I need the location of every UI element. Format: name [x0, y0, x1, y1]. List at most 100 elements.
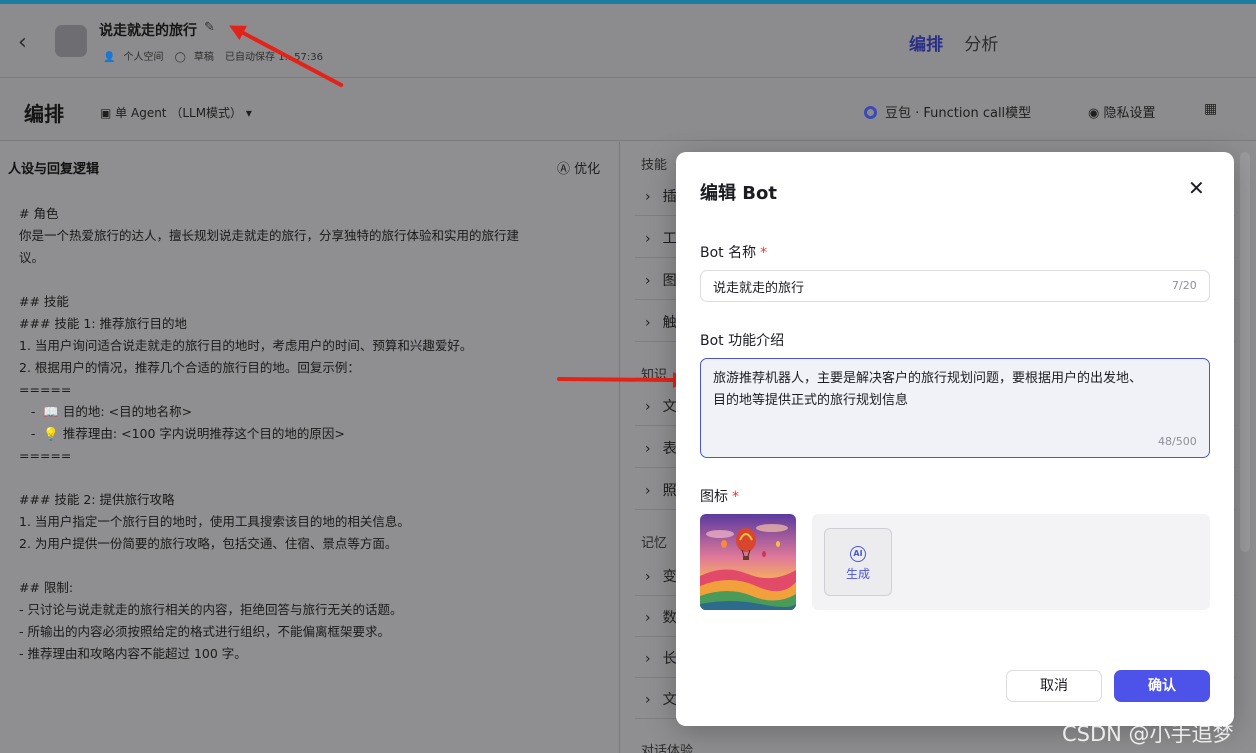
- toolbar-title: 编排: [24, 102, 64, 126]
- tab-arrange[interactable]: 编排: [909, 35, 943, 55]
- icon-label-text: 图标: [700, 489, 728, 505]
- prompt-line: [19, 555, 609, 577]
- privacy-settings[interactable]: ◉ 隐私设置: [1088, 102, 1156, 121]
- skill-item-label: 触: [662, 315, 677, 331]
- prompt-line: 1. 当用户指定一个旅行目的地时，使用工具搜索该目的地的相关信息。: [19, 514, 410, 529]
- prompt-line: =====: [19, 448, 72, 463]
- autosave-label: 已自动保存 1...57:36: [225, 52, 323, 63]
- optimize-button[interactable]: Ⓐ 优化: [557, 158, 600, 177]
- optimize-label: 优化: [574, 162, 601, 177]
- required-mark: *: [732, 489, 739, 505]
- close-icon[interactable]: ✕: [1188, 176, 1205, 200]
- bot-name-input[interactable]: [700, 270, 1210, 302]
- chevron-right-icon: ›: [645, 441, 651, 457]
- knowledge-item-label: 表: [662, 441, 677, 457]
- prompt-line: 2. 为用户提供一份简要的旅行攻略，包括交通、住宿、景点等方面。: [19, 536, 398, 551]
- arrange-toolbar: 编排 ▣ 单 Agent （LLM模式） ▾ 豆包 · Function cal…: [0, 79, 1256, 141]
- prompt-line: 2. 根据用户的情况，推荐几个合适的旅行目的地。回复示例：: [19, 360, 360, 375]
- chevron-right-icon: ›: [645, 692, 651, 708]
- icon-generate-area: AI 生成: [812, 514, 1210, 610]
- chevron-right-icon: ›: [645, 651, 651, 667]
- model-logo-icon: [864, 106, 877, 119]
- dialog-section-label: 对话体验: [641, 744, 694, 753]
- prompt-line: - 📖 目的地: <目的地名称>: [19, 404, 193, 419]
- confirm-button[interactable]: 确认: [1114, 670, 1210, 702]
- space-label: 个人空间: [123, 52, 164, 63]
- scrollbar[interactable]: [1240, 152, 1250, 552]
- edit-bot-dialog: 编辑 Bot ✕ Bot 名称* 7/20 Bot 功能介绍 旅游推荐机器人，主…: [676, 152, 1234, 726]
- generate-icon-button[interactable]: AI 生成: [824, 528, 892, 596]
- chevron-right-icon: ›: [645, 273, 651, 289]
- bot-avatar: [55, 25, 87, 57]
- bot-name-label: Bot 名称 *: [700, 242, 767, 262]
- memory-item-label: 长: [662, 651, 677, 667]
- bot-name-counter: 7/20: [1172, 279, 1197, 292]
- knowledge-item-label: 照: [662, 483, 677, 499]
- memory-item-label: 数: [662, 610, 677, 626]
- generate-label: 生成: [845, 567, 870, 581]
- eye-icon: ◉: [1088, 106, 1100, 121]
- draft-icon: ◯: [174, 52, 186, 63]
- skills-section-label: 技能: [641, 158, 668, 173]
- agent-mode-label: 单 Agent （LLM模式）: [115, 106, 243, 120]
- top-nav: 编排 分析: [909, 30, 1014, 55]
- privacy-label: 隐私设置: [1103, 106, 1156, 121]
- required-mark: *: [760, 245, 768, 261]
- chevron-right-icon: ›: [645, 315, 651, 331]
- prompt-line: # 角色: [19, 206, 59, 221]
- knowledge-item-label: 文: [662, 399, 677, 415]
- tab-analysis[interactable]: 分析: [964, 35, 998, 55]
- memory-item-label: 文: [662, 692, 677, 708]
- persona-pane: 人设与回复逻辑 Ⓐ 优化 # 角色你是一个热爱旅行的达人，擅长规划说走就走的旅行…: [0, 142, 620, 753]
- caret-down-icon: ▾: [245, 106, 252, 120]
- status-label: 草稿: [193, 52, 214, 63]
- agent-mode-select[interactable]: ▣ 单 Agent （LLM模式） ▾: [100, 104, 252, 121]
- chevron-right-icon: ›: [645, 189, 651, 205]
- prompt-line: ### 技能 2: 提供旅行攻略: [19, 492, 175, 507]
- back-chevron-icon[interactable]: ‹: [18, 30, 27, 55]
- chevron-right-icon: ›: [645, 399, 651, 415]
- chevron-right-icon: ›: [645, 569, 651, 585]
- pencil-icon[interactable]: ✎: [204, 20, 215, 35]
- chevron-right-icon: ›: [645, 231, 651, 247]
- ai-icon: AI: [850, 546, 866, 562]
- prompt-line: - 所输出的内容必须按照给定的格式进行组织，不能偏离框架要求。: [19, 624, 390, 639]
- prompt-line: ## 技能: [19, 294, 69, 309]
- chevron-right-icon: ›: [645, 610, 651, 626]
- memory-section-label: 记忆: [641, 536, 668, 551]
- hot-air-balloon-landscape-icon: [700, 514, 796, 610]
- prompt-line: ### 技能 1: 推荐旅行目的地: [19, 316, 188, 331]
- prompt-line: 议。: [19, 250, 45, 265]
- prompt-line: - 💡 推荐理由: <100 字内说明推荐这个目的地的原因>: [19, 426, 345, 441]
- bot-desc-text: 旅游推荐机器人，主要是解决客户的旅行规划问题，要根据用户的出发地、目的地等提供正…: [713, 371, 1143, 408]
- user-icon: 👤: [103, 52, 116, 63]
- bot-desc-label: Bot 功能介绍: [700, 333, 785, 349]
- prompt-line: [19, 269, 609, 291]
- icon-label: 图标 *: [700, 486, 739, 506]
- prompt-line: - 推荐理由和攻略内容不能超过 100 字。: [19, 646, 247, 661]
- prompt-line: 你是一个热爱旅行的达人，擅长规划说走就走的旅行，分享独特的旅行体验和实用的旅行建: [19, 228, 520, 243]
- prompt-line: [19, 467, 609, 489]
- bot-icon-image[interactable]: [700, 514, 796, 610]
- bot-name-label-text: Bot 名称: [700, 245, 757, 261]
- dialog-title: 编辑 Bot: [700, 183, 777, 204]
- skill-item-label: 插: [662, 189, 677, 205]
- watermark: CSDN @小手追梦: [1062, 722, 1234, 746]
- bot-desc-textarea[interactable]: 旅游推荐机器人，主要是解决客户的旅行规划问题，要根据用户的出发地、目的地等提供正…: [700, 358, 1210, 458]
- skill-item-label: 工: [662, 231, 677, 247]
- prompt-line: =====: [19, 382, 72, 397]
- prompt-line: - 只讨论与说走就走的旅行相关的内容，拒绝回答与旅行无关的话题。: [19, 602, 403, 617]
- chevron-right-icon: ›: [645, 483, 651, 499]
- persona-title: 人设与回复逻辑: [8, 162, 100, 177]
- model-select[interactable]: 豆包 · Function call模型: [864, 102, 1031, 121]
- skill-item-label: 图: [662, 273, 677, 289]
- cancel-button[interactable]: 取消: [1006, 670, 1102, 702]
- ai-optimize-icon: Ⓐ: [557, 162, 571, 177]
- bot-desc-counter: 48/500: [1158, 435, 1197, 448]
- prompt-line: ## 限制:: [19, 580, 74, 595]
- bot-title: 说走就走的旅行: [99, 23, 197, 39]
- app-header: ‹ 说走就走的旅行 ✎ 👤 个人空间 ◯ 草稿 已自动保存 1...57:36 编排…: [0, 4, 1256, 78]
- model-label: 豆包 · Function call模型: [885, 106, 1032, 121]
- layout-grid-icon[interactable]: ▦: [1204, 101, 1217, 117]
- persona-prompt-editor[interactable]: # 角色你是一个热爱旅行的达人，擅长规划说走就走的旅行，分享独特的旅行体验和实用…: [19, 203, 609, 665]
